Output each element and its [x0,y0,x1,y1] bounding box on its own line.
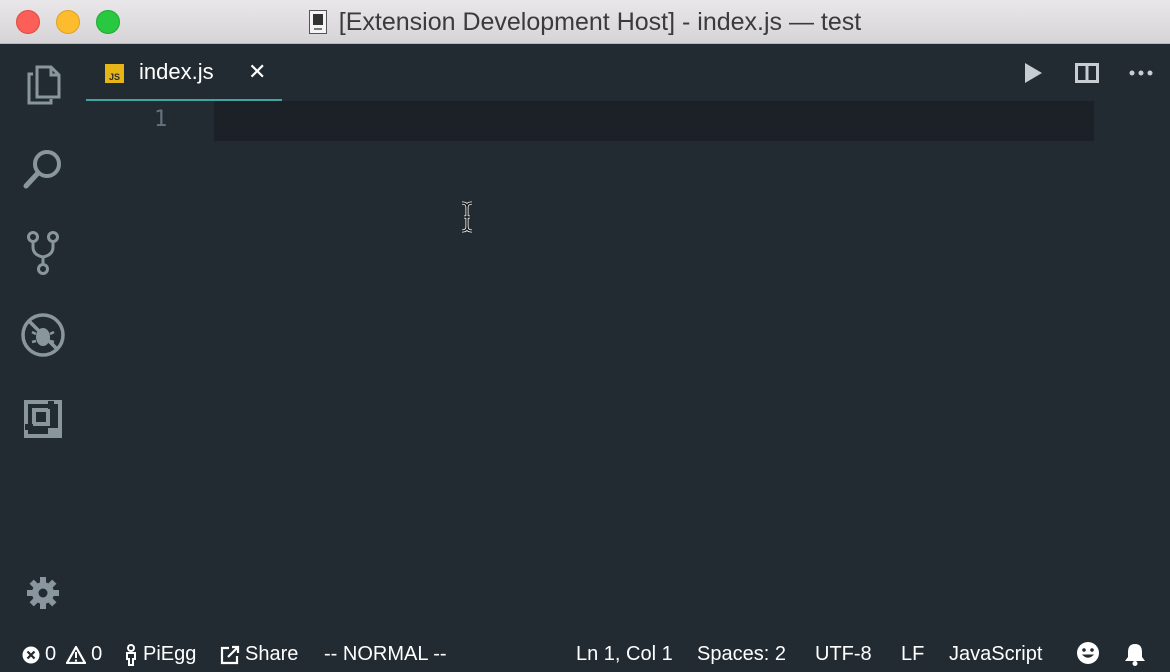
error-icon [22,646,40,664]
run-icon[interactable] [1020,60,1046,86]
line-ending[interactable]: LF [901,643,924,666]
feedback-smiley-icon[interactable] [1076,641,1100,665]
extensions-icon[interactable] [20,396,66,442]
activity-bar [0,44,86,638]
status-bar: 0 0 PiEgg Share -- NORMAL -- Ln 1, Col 1… [0,638,1170,672]
gear-icon[interactable] [20,570,66,616]
cursor-position[interactable]: Ln 1, Col 1 [576,643,673,666]
vim-mode: -- NORMAL -- [324,643,447,665]
tab-bar: JS index.js ✕ [86,44,1170,101]
share-button[interactable]: Share [220,643,298,666]
title-bar: [Extension Development Host] - index.js … [0,0,1170,44]
files-icon[interactable] [20,62,66,108]
current-line-highlight [214,101,1094,141]
share-icon [220,645,240,665]
problems-indicator[interactable]: 0 0 [22,643,102,666]
share-label: Share [245,643,299,665]
user-name: PiEgg [143,643,197,665]
warning-count: 0 [91,643,103,665]
source-control-icon[interactable] [20,230,66,276]
error-count: 0 [45,643,57,665]
user-indicator[interactable]: PiEgg [124,643,196,666]
line-number: 1 [154,107,168,132]
document-icon [308,10,327,34]
warning-icon [66,645,87,664]
js-file-icon: JS [105,64,124,83]
debug-icon[interactable] [20,312,66,358]
language-mode[interactable]: JavaScript [949,643,1042,666]
indentation[interactable]: Spaces: 2 [697,643,786,666]
text-cursor-icon [460,201,474,233]
tab-close-icon[interactable]: ✕ [248,59,266,85]
editor-area[interactable]: 1 [86,101,1170,638]
search-icon[interactable] [20,146,66,192]
vscode-window: [Extension Development Host] - index.js … [0,0,1170,672]
title-wrap: [Extension Development Host] - index.js … [0,0,1170,44]
person-icon [124,643,138,666]
encoding[interactable]: UTF-8 [815,643,872,666]
more-icon[interactable] [1128,60,1154,86]
tab-label: index.js [139,59,214,84]
notification-bell-icon[interactable] [1124,642,1146,666]
split-editor-icon[interactable] [1074,60,1100,86]
tab-index-js[interactable]: JS index.js ✕ [86,44,282,101]
window-title: [Extension Development Host] - index.js … [338,7,862,36]
